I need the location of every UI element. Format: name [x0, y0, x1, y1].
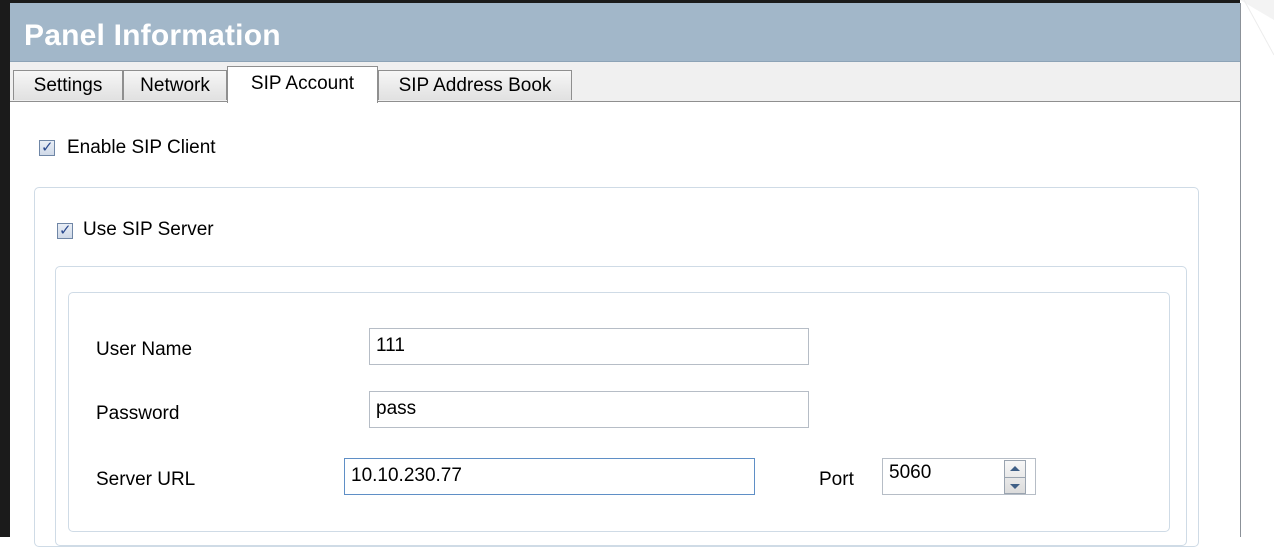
enable-sip-client-checkbox[interactable]: ✓	[39, 138, 55, 156]
window-frame-left	[0, 0, 10, 537]
sip-account-fields-group: User Name 111 Password pass Server URL 1…	[68, 292, 1170, 532]
tab-sip-address-book[interactable]: SIP Address Book	[378, 70, 572, 100]
checkmark-icon: ✓	[41, 138, 54, 156]
panel-title: Panel Information	[24, 19, 281, 52]
tab-network[interactable]: Network	[123, 70, 227, 100]
panel-information: Panel Information Settings Network SIP A…	[10, 3, 1241, 547]
tab-settings[interactable]: Settings	[13, 70, 123, 100]
tab-strip: Settings Network SIP Account SIP Address…	[10, 66, 1240, 103]
spinner-divider	[1005, 477, 1025, 478]
tab-divider	[10, 101, 1240, 102]
user-name-input[interactable]: 111	[369, 328, 809, 365]
panel-header: Panel Information	[10, 3, 1240, 62]
password-input[interactable]: pass	[369, 391, 809, 428]
port-spinner[interactable]	[1004, 460, 1026, 494]
port-label: Port	[819, 469, 854, 490]
sip-client-group: ✓ Use SIP Server User Name 111 Password …	[34, 187, 1199, 547]
spin-up-icon[interactable]	[1010, 466, 1020, 471]
use-sip-server-label: Use SIP Server	[83, 219, 214, 240]
server-url-label: Server URL	[96, 469, 196, 490]
spin-down-icon[interactable]	[1010, 484, 1020, 489]
corner-decoration	[1240, 0, 1274, 56]
user-name-label: User Name	[96, 339, 193, 360]
use-sip-server-checkbox[interactable]: ✓	[57, 221, 73, 239]
password-label: Password	[96, 403, 180, 424]
checkmark-icon: ✓	[59, 221, 72, 239]
enable-sip-client-label: Enable SIP Client	[67, 137, 216, 158]
sip-server-group: User Name 111 Password pass Server URL 1…	[55, 266, 1187, 546]
tab-sip-account[interactable]: SIP Account	[227, 66, 378, 103]
server-url-input[interactable]: 10.10.230.77	[344, 458, 755, 495]
tab-content-sip-account: ✓ Enable SIP Client ✓ Use SIP Server Use…	[10, 102, 1240, 547]
